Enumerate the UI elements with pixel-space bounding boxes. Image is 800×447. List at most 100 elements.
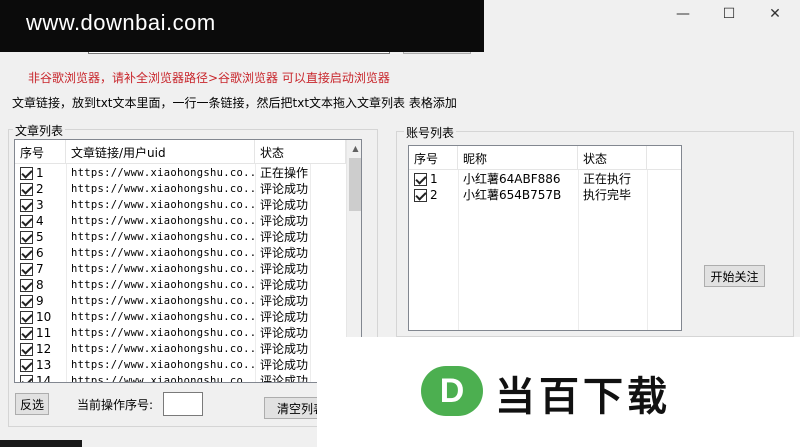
column-header-status[interactable]: 状态 bbox=[578, 146, 647, 169]
row-link: https://www.xiaohongshu.co... bbox=[71, 327, 255, 339]
row-status: 执行完毕 bbox=[583, 188, 632, 202]
row-status: 评论成功 bbox=[260, 294, 309, 308]
row-checkbox[interactable] bbox=[414, 173, 427, 186]
row-status: 评论成功 bbox=[260, 230, 309, 244]
row-link: https://www.xiaohongshu.co... bbox=[71, 183, 255, 195]
row-link: https://www.xiaohongshu.co... bbox=[71, 375, 255, 383]
account-group-label: 账号列表 bbox=[404, 124, 457, 141]
account-list-header: 序号 昵称 状态 bbox=[409, 146, 681, 170]
row-link: https://www.xiaohongshu.co... bbox=[71, 279, 255, 291]
row-checkbox[interactable] bbox=[20, 263, 33, 276]
table-row[interactable]: 2 小红薯654B757B 执行完毕 bbox=[409, 187, 681, 203]
row-checkbox[interactable] bbox=[20, 295, 33, 308]
row-no: 11 bbox=[36, 326, 52, 340]
row-no: 3 bbox=[36, 198, 44, 212]
table-row[interactable]: 1 小红薯64ABF886 正在执行 bbox=[409, 171, 681, 187]
column-header-status[interactable]: 状态 bbox=[255, 140, 346, 163]
row-link: https://www.xiaohongshu.co... bbox=[71, 247, 255, 259]
row-status: 评论成功 bbox=[260, 198, 309, 212]
row-checkbox[interactable] bbox=[20, 215, 33, 228]
row-status: 正在执行 bbox=[583, 172, 632, 186]
grid-line bbox=[255, 164, 256, 382]
row-status: 评论成功 bbox=[260, 278, 309, 292]
current-op-input[interactable] bbox=[163, 392, 203, 416]
scroll-thumb[interactable] bbox=[349, 158, 361, 211]
row-checkbox[interactable] bbox=[20, 343, 33, 356]
row-no-cell: 1 bbox=[15, 165, 66, 181]
row-checkbox[interactable] bbox=[20, 167, 33, 180]
bottom-edge bbox=[0, 440, 82, 447]
watermark-banner: www.downbai.com bbox=[0, 0, 484, 52]
maximize-button[interactable]: ☐ bbox=[706, 0, 752, 28]
invert-select-button[interactable]: 反选 bbox=[15, 393, 49, 415]
row-checkbox[interactable] bbox=[20, 359, 33, 372]
row-checkbox[interactable] bbox=[20, 279, 33, 292]
row-no-cell: 4 bbox=[15, 213, 66, 229]
row-no-cell: 13 bbox=[15, 357, 66, 373]
row-checkbox[interactable] bbox=[20, 183, 33, 196]
row-link: https://www.xiaohongshu.co... bbox=[71, 359, 255, 371]
article-list[interactable]: 序号 文章链接/用户uid 状态 1 https://www.xiaohongsh… bbox=[14, 139, 362, 383]
row-checkbox[interactable] bbox=[20, 327, 33, 340]
row-no: 1 bbox=[430, 172, 438, 186]
row-no: 13 bbox=[36, 358, 52, 372]
close-button[interactable]: ✕ bbox=[752, 0, 798, 28]
row-no-cell: 7 bbox=[15, 261, 66, 277]
row-link: https://www.xiaohongshu.co... bbox=[71, 231, 255, 243]
minimize-button[interactable]: — bbox=[660, 0, 706, 28]
row-link: https://www.xiaohongshu.co... bbox=[71, 167, 255, 179]
row-link: https://www.xiaohongshu.co... bbox=[71, 199, 255, 211]
row-no: 4 bbox=[36, 214, 44, 228]
row-no-cell: 1 bbox=[409, 171, 458, 187]
row-link: https://www.xiaohongshu.co... bbox=[71, 263, 255, 275]
grid-line bbox=[66, 164, 67, 382]
row-no: 2 bbox=[430, 188, 438, 202]
row-checkbox[interactable] bbox=[20, 311, 33, 324]
column-header-no[interactable]: 序号 bbox=[409, 146, 458, 169]
row-checkbox[interactable] bbox=[20, 247, 33, 260]
row-link: https://www.xiaohongshu.co... bbox=[71, 295, 255, 307]
row-status: 评论成功 bbox=[260, 182, 309, 196]
logo-text: 当百下载 bbox=[495, 374, 671, 420]
row-no: 6 bbox=[36, 246, 44, 260]
browser-warning-text: 非谷歌浏览器，请补全浏览器路径>谷歌浏览器 可以直接启动浏览器 bbox=[28, 71, 390, 85]
row-status: 评论成功 bbox=[260, 310, 309, 324]
row-status: 评论成功 bbox=[260, 262, 309, 276]
row-no: 14 bbox=[36, 374, 52, 383]
row-no: 10 bbox=[36, 310, 52, 324]
row-no-cell: 12 bbox=[15, 341, 66, 357]
row-link: https://www.xiaohongshu.co... bbox=[71, 215, 255, 227]
row-status: 评论成功 bbox=[260, 214, 309, 228]
row-no-cell: 9 bbox=[15, 293, 66, 309]
grid-line bbox=[647, 170, 648, 330]
logo-d-icon: D bbox=[421, 366, 483, 416]
account-list[interactable]: 序号 昵称 状态 1 小红薯64ABF886 正在执行 2 小红薯654B757B 执行完… bbox=[408, 145, 682, 331]
scroll-up-arrow-icon[interactable]: ▲ bbox=[347, 140, 361, 157]
article-group-label: 文章列表 bbox=[13, 122, 66, 139]
row-status: 评论成功 bbox=[260, 246, 309, 260]
grid-line bbox=[458, 170, 459, 330]
row-link: https://www.xiaohongshu.co... bbox=[71, 343, 255, 355]
row-no-cell: 3 bbox=[15, 197, 66, 213]
column-header-nick[interactable]: 昵称 bbox=[458, 146, 578, 169]
column-header-no[interactable]: 序号 bbox=[15, 140, 66, 163]
row-checkbox[interactable] bbox=[20, 199, 33, 212]
row-status: 正在操作 bbox=[260, 166, 309, 180]
row-no-cell: 10 bbox=[15, 309, 66, 325]
row-checkbox[interactable] bbox=[20, 375, 33, 382]
column-header-link[interactable]: 文章链接/用户uid bbox=[66, 140, 255, 163]
row-nick: 小红薯64ABF886 bbox=[463, 172, 561, 186]
row-no: 1 bbox=[36, 166, 44, 180]
row-no-cell: 2 bbox=[409, 187, 458, 203]
current-op-label: 当前操作序号: bbox=[77, 398, 154, 412]
row-no-cell: 11 bbox=[15, 325, 66, 341]
row-no: 12 bbox=[36, 342, 52, 356]
row-no-cell: 8 bbox=[15, 277, 66, 293]
start-follow-button[interactable]: 开始关注 bbox=[704, 265, 765, 287]
row-no: 7 bbox=[36, 262, 44, 276]
row-checkbox[interactable] bbox=[414, 189, 427, 202]
row-no-cell: 2 bbox=[15, 181, 66, 197]
instruction-text: 文章链接，放到txt文本里面，一行一条链接，然后把txt文本拖入文章列表 表格添… bbox=[12, 96, 457, 110]
article-list-header: 序号 文章链接/用户uid 状态 bbox=[15, 140, 361, 164]
row-checkbox[interactable] bbox=[20, 231, 33, 244]
